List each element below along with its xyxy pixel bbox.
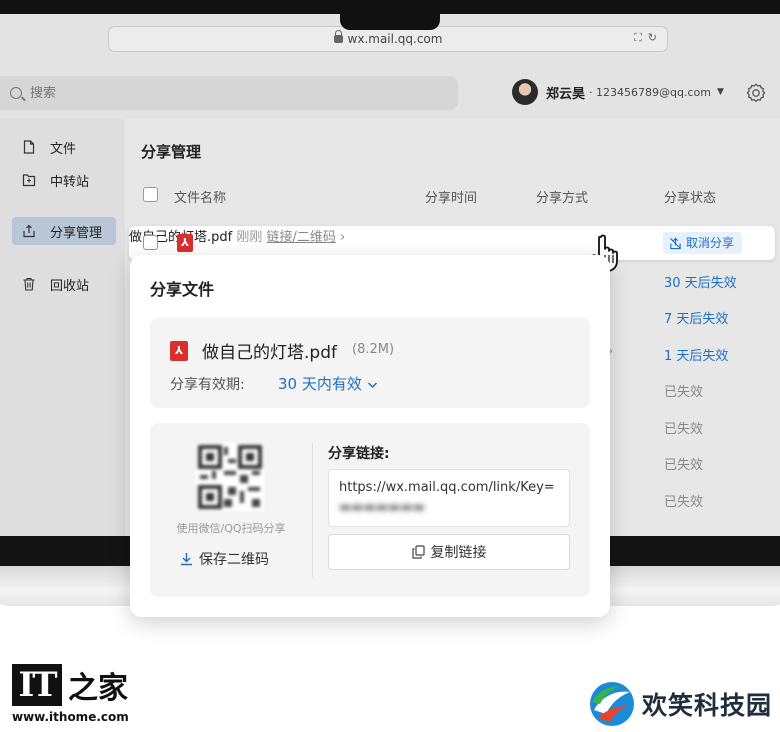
file-name: 做自己的灯塔.pdf [202, 343, 337, 363]
file-icon [23, 140, 35, 154]
ithome-logo-mark: IT [12, 664, 62, 706]
row-share-method[interactable]: 链接/二维码 [267, 230, 336, 245]
gear-icon[interactable] [745, 82, 767, 104]
validity-label: 分享有效期: [170, 377, 245, 393]
sidebar-item-share-management[interactable]: 分享管理 [12, 217, 116, 245]
divider [312, 443, 313, 577]
blurred-link-key: ▬▬▬▬▬▬▬ [339, 500, 425, 515]
column-header: 文件名称 [174, 191, 227, 206]
status-text: 已失效 [664, 458, 704, 473]
sidebar-item-files[interactable]: 文件 [12, 133, 116, 161]
sidebar-item-label: 回收站 [50, 278, 90, 294]
row-share-time: 刚刚 [236, 230, 263, 245]
sidebar: 文件 中转站 分享管理 回收站 [0, 119, 125, 536]
copy-link-label: 复制链接 [430, 545, 487, 561]
copy-link-button[interactable]: 复制链接 [328, 534, 570, 570]
ithome-logo: IT 之家 [12, 663, 128, 707]
trash-icon [23, 277, 35, 291]
address-text: wx.mail.qq.com [347, 32, 443, 46]
status-text: 已失效 [664, 422, 704, 437]
pdf-icon: ⅄ [170, 341, 188, 361]
row-checkbox[interactable] [143, 235, 158, 250]
share-link-card: 使用微信/QQ扫码分享 保存二维码 分享链接: https://wx.mail.… [150, 423, 590, 597]
table-header: 文件名称 分享时间 分享方式 分享状态 [125, 187, 780, 207]
huanxiao-logo-icon [590, 682, 634, 726]
user-name: 郑云昊 [546, 86, 586, 102]
copy-icon [411, 545, 425, 559]
popover-title: 分享文件 [150, 280, 215, 299]
sidebar-item-label: 中转站 [50, 174, 90, 190]
sidebar-item-trash[interactable]: 回收站 [12, 270, 116, 298]
download-icon [181, 553, 192, 566]
column-header: 分享时间 [425, 191, 478, 206]
sidebar-item-label: 分享管理 [50, 225, 103, 241]
column-header: 分享状态 [664, 191, 717, 206]
status-text: 已失效 [664, 385, 704, 400]
cancel-share-label: 取消分享 [686, 236, 735, 250]
share-file-popover: 分享文件 ⅄ 做自己的灯塔.pdf (8.2M) 分享有效期: 30 天内有效 … [130, 255, 610, 617]
share-link-field[interactable]: https://wx.mail.qq.com/link/Key= ▬▬▬▬▬▬▬ [328, 469, 570, 527]
huanxiao-logo: 欢笑科技园 [588, 680, 772, 728]
share-link-text: https://wx.mail.qq.com/link/Key= [339, 480, 555, 495]
validity-dropdown[interactable]: 30 天内有效 [278, 373, 378, 394]
search-icon [10, 87, 22, 99]
pdf-icon: ⅄ [177, 234, 193, 252]
reload-icon[interactable]: ↻ [648, 31, 657, 45]
validity-value: 30 天内有效 [278, 375, 362, 393]
status-text: 30 天后失效 [664, 276, 737, 291]
ithome-url: www.ithome.com [12, 710, 129, 724]
search-bar[interactable] [0, 76, 458, 110]
select-all-checkbox[interactable] [143, 187, 158, 202]
page-title: 分享管理 [141, 143, 202, 161]
file-info-card: ⅄ 做自己的灯塔.pdf (8.2M) 分享有效期: 30 天内有效 [150, 318, 590, 408]
column-header: 分享方式 [536, 191, 589, 206]
status-text: 7 天后失效 [664, 312, 729, 327]
user-email: · 123456789@qq.com [589, 85, 711, 99]
lock-icon [333, 30, 343, 43]
ithome-logo-chars: 之家 [68, 671, 128, 706]
avatar[interactable] [512, 79, 538, 105]
save-qr-label: 保存二维码 [199, 552, 269, 568]
cancel-share-button[interactable]: 取消分享 [663, 232, 743, 254]
file-size: (8.2M) [352, 342, 395, 357]
translate-icon[interactable]: ⛶ [634, 31, 642, 45]
status-text: 1 天后失效 [664, 349, 729, 364]
qr-hint: 使用微信/QQ扫码分享 [176, 522, 286, 535]
save-qr-button[interactable]: 保存二维码 [180, 549, 269, 569]
user-menu[interactable]: 郑云昊 · 123456789@qq.com ▼ [512, 78, 724, 106]
status-text: 已失效 [664, 495, 704, 510]
chevron-down-icon [367, 382, 377, 389]
camera-notch [340, 0, 440, 30]
link-label: 分享链接: [328, 446, 390, 462]
search-input[interactable] [30, 85, 410, 101]
share-icon [23, 224, 35, 238]
qr-code[interactable] [196, 443, 264, 511]
transfer-station-icon [22, 174, 36, 187]
chevron-down-icon[interactable]: ▼ [717, 87, 724, 97]
chevron-right-icon[interactable]: › [340, 230, 345, 245]
sidebar-item-transfer[interactable]: 中转站 [12, 166, 116, 194]
sidebar-item-label: 文件 [50, 141, 77, 157]
cancel-share-icon [669, 237, 682, 249]
huanxiao-logo-text: 欢笑科技园 [642, 691, 773, 720]
